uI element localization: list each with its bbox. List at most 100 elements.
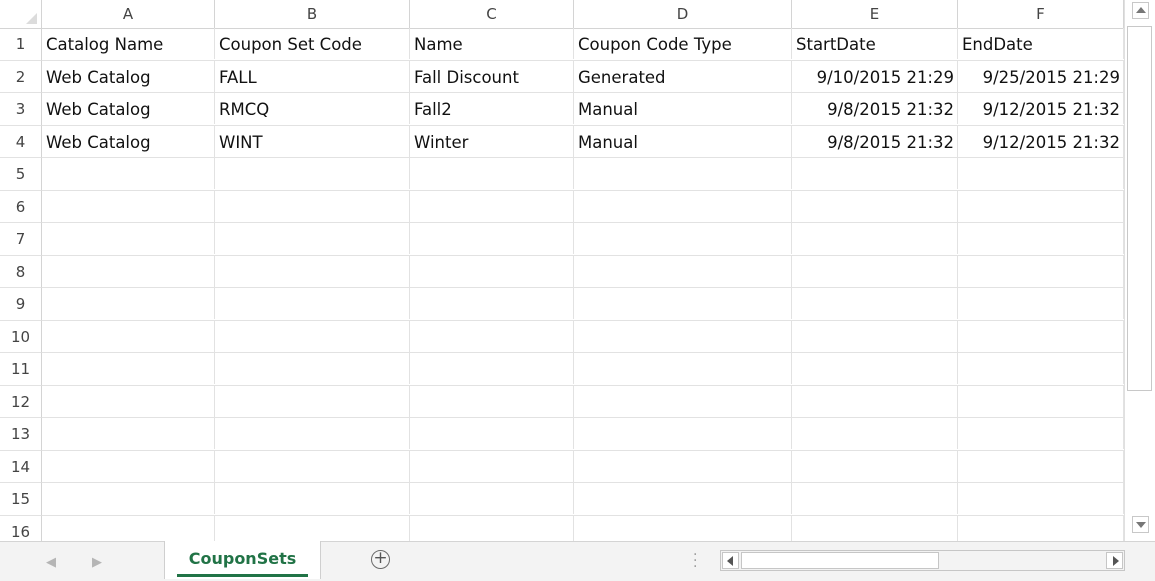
cell-a6[interactable] xyxy=(42,190,215,222)
column-header-f[interactable]: F xyxy=(958,0,1124,28)
cell-b8[interactable] xyxy=(215,255,410,287)
cell-b4[interactable]: WINT xyxy=(215,125,410,157)
row-header[interactable]: 12 xyxy=(0,385,42,418)
cell-b10[interactable] xyxy=(215,320,410,352)
cell-d9[interactable] xyxy=(574,288,792,319)
cell-f8[interactable] xyxy=(958,255,1124,287)
cell-d5[interactable] xyxy=(574,158,792,189)
cell-a8[interactable] xyxy=(42,255,215,287)
row-header[interactable]: 15 xyxy=(0,483,42,516)
cell-a15[interactable] xyxy=(42,483,215,514)
cell-c4[interactable]: Winter xyxy=(410,125,574,157)
row-header[interactable]: 9 xyxy=(0,288,42,321)
cell-d6[interactable] xyxy=(574,190,792,222)
vertical-scrollbar[interactable] xyxy=(1124,0,1155,541)
cell-d3[interactable]: Manual xyxy=(574,93,792,124)
cell-a4[interactable]: Web Catalog xyxy=(42,125,215,157)
cell-a7[interactable] xyxy=(42,223,215,254)
cell-b16[interactable] xyxy=(215,515,410,541)
cell-d4[interactable]: Manual xyxy=(574,125,792,157)
cell-d2[interactable]: Generated xyxy=(574,60,792,92)
column-header-a[interactable]: A xyxy=(42,0,215,28)
row-header[interactable]: 11 xyxy=(0,353,42,386)
cell-c13[interactable] xyxy=(410,418,574,449)
cell-d14[interactable] xyxy=(574,450,792,482)
sheet-tab-couponsets[interactable]: CouponSets xyxy=(164,541,321,579)
scroll-down-button[interactable] xyxy=(1132,516,1149,533)
tab-split-handle-icon[interactable]: · · · xyxy=(693,548,697,574)
cell-c10[interactable] xyxy=(410,320,574,352)
cell-c2[interactable]: Fall Discount xyxy=(410,60,574,92)
cell-a3[interactable]: Web Catalog xyxy=(42,93,215,124)
cell-a1[interactable]: Catalog Name xyxy=(42,28,215,59)
cell-b7[interactable] xyxy=(215,223,410,254)
cell-f6[interactable] xyxy=(958,190,1124,222)
cell-a14[interactable] xyxy=(42,450,215,482)
cell-b1[interactable]: Coupon Set Code xyxy=(215,28,410,59)
row-header[interactable]: 8 xyxy=(0,255,42,288)
cell-c3[interactable]: Fall2 xyxy=(410,93,574,124)
cell-e7[interactable] xyxy=(792,223,958,254)
cell-c6[interactable] xyxy=(410,190,574,222)
row-header[interactable]: 7 xyxy=(0,223,42,256)
cell-f16[interactable] xyxy=(958,515,1124,541)
cell-d16[interactable] xyxy=(574,515,792,541)
cell-e10[interactable] xyxy=(792,320,958,352)
cell-c16[interactable] xyxy=(410,515,574,541)
cell-f15[interactable] xyxy=(958,483,1124,514)
horizontal-scrollbar[interactable] xyxy=(720,550,1125,571)
cell-f7[interactable] xyxy=(958,223,1124,254)
cell-b6[interactable] xyxy=(215,190,410,222)
cell-e9[interactable] xyxy=(792,288,958,319)
cell-c5[interactable] xyxy=(410,158,574,189)
cell-f5[interactable] xyxy=(958,158,1124,189)
cell-a11[interactable] xyxy=(42,353,215,384)
cell-d1[interactable]: Coupon Code Type xyxy=(574,28,792,59)
select-all-corner[interactable] xyxy=(0,0,42,28)
vertical-scroll-thumb[interactable] xyxy=(1127,26,1152,391)
previous-sheet-icon[interactable]: ◀ xyxy=(46,555,56,570)
cell-c12[interactable] xyxy=(410,385,574,417)
scroll-left-button[interactable] xyxy=(722,552,739,569)
spreadsheet-grid[interactable]: A B C D E F 1 2 3 4 5 6 7 8 9 10 11 12 13 14 15 16 Cata… xyxy=(0,0,1124,541)
column-header-b[interactable]: B xyxy=(215,0,410,28)
cell-f11[interactable] xyxy=(958,353,1124,384)
horizontal-scroll-thumb[interactable] xyxy=(741,552,939,569)
row-header[interactable]: 3 xyxy=(0,93,42,126)
cell-f12[interactable] xyxy=(958,385,1124,417)
cell-c15[interactable] xyxy=(410,483,574,514)
column-header-d[interactable]: D xyxy=(574,0,792,28)
cell-d7[interactable] xyxy=(574,223,792,254)
row-header[interactable]: 6 xyxy=(0,190,42,223)
row-header[interactable]: 1 xyxy=(0,28,42,61)
cell-e13[interactable] xyxy=(792,418,958,449)
cell-e3[interactable]: 9/8/2015 21:32 xyxy=(792,93,958,124)
cell-d12[interactable] xyxy=(574,385,792,417)
cell-b3[interactable]: RMCQ xyxy=(215,93,410,124)
row-header[interactable]: 14 xyxy=(0,450,42,483)
scroll-up-button[interactable] xyxy=(1132,2,1149,19)
column-header-c[interactable]: C xyxy=(410,0,574,28)
cell-b11[interactable] xyxy=(215,353,410,384)
cell-d11[interactable] xyxy=(574,353,792,384)
cell-b14[interactable] xyxy=(215,450,410,482)
row-header[interactable]: 16 xyxy=(0,515,42,541)
cell-c1[interactable]: Name xyxy=(410,28,574,59)
cell-a9[interactable] xyxy=(42,288,215,319)
cell-a12[interactable] xyxy=(42,385,215,417)
cell-b12[interactable] xyxy=(215,385,410,417)
cell-c11[interactable] xyxy=(410,353,574,384)
cell-f13[interactable] xyxy=(958,418,1124,449)
cell-e2[interactable]: 9/10/2015 21:29 xyxy=(792,60,958,92)
row-header[interactable]: 10 xyxy=(0,320,42,353)
cell-d8[interactable] xyxy=(574,255,792,287)
cell-f1[interactable]: EndDate xyxy=(958,28,1124,59)
cell-d13[interactable] xyxy=(574,418,792,449)
cell-b5[interactable] xyxy=(215,158,410,189)
cell-e15[interactable] xyxy=(792,483,958,514)
cell-e4[interactable]: 9/8/2015 21:32 xyxy=(792,125,958,157)
cell-f3[interactable]: 9/12/2015 21:32 xyxy=(958,93,1124,124)
cell-e12[interactable] xyxy=(792,385,958,417)
cell-b2[interactable]: FALL xyxy=(215,60,410,92)
cell-f2[interactable]: 9/25/2015 21:29 xyxy=(958,60,1124,92)
